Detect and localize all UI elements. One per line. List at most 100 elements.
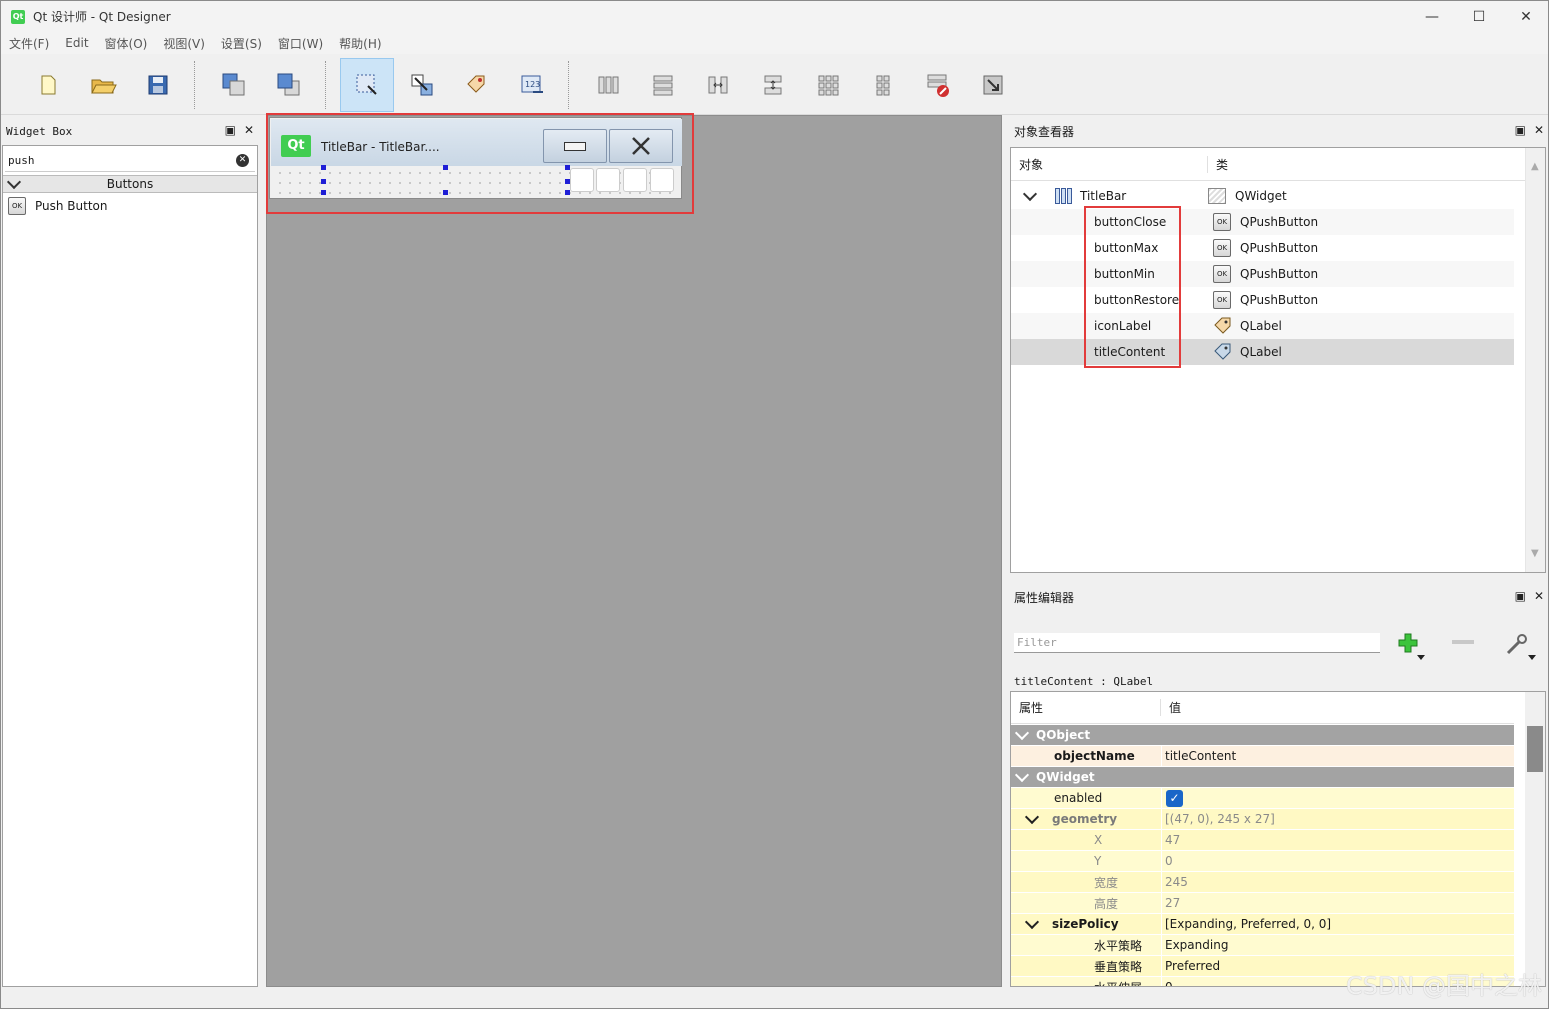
toolbar-separator xyxy=(194,61,195,109)
menu-settings[interactable]: 设置(S) xyxy=(213,35,270,52)
property-value[interactable]: 27 xyxy=(1161,892,1514,914)
chevron-down-icon[interactable] xyxy=(1022,186,1038,201)
property-row[interactable]: sizePolicy [Expanding, Preferred, 0, 0] xyxy=(1011,913,1514,935)
property-row[interactable]: Y0 xyxy=(1011,850,1514,872)
push-button-icon: OK xyxy=(1213,291,1231,309)
float-icon[interactable]: ▣ xyxy=(1515,123,1526,137)
property-row[interactable]: 宽度 245 xyxy=(1011,871,1514,893)
property-key-label: 水平策略 xyxy=(1094,938,1143,953)
menu-view[interactable]: 视图(V) xyxy=(155,35,213,52)
scroll-up-icon[interactable]: ▲ xyxy=(1531,161,1539,172)
property-key: 高度 xyxy=(1011,893,1161,914)
layout-v-splitter-icon[interactable] xyxy=(746,58,800,112)
property-value[interactable]: titleContent xyxy=(1161,745,1514,767)
property-header: 属性 值 xyxy=(1011,692,1514,724)
close-icon[interactable]: ✕ xyxy=(244,123,254,137)
property-value-text: 27 xyxy=(1165,896,1181,910)
clear-search-icon[interactable]: ✕ xyxy=(236,154,249,167)
column-header-value[interactable]: 值 xyxy=(1161,699,1181,716)
menu-bar: 文件(F) Edit 窗体(O) 视图(V) 设置(S) 窗口(W) 帮助(H) xyxy=(1,32,1548,54)
close-icon[interactable]: ✕ xyxy=(1534,123,1544,137)
property-row[interactable]: 水平策略 Expanding xyxy=(1011,934,1514,956)
menu-help[interactable]: 帮助(H) xyxy=(331,35,389,52)
layout-grid-icon[interactable] xyxy=(801,58,855,112)
property-group-row[interactable]: QObject xyxy=(1011,725,1514,746)
widget-item-push-button[interactable]: OK Push Button xyxy=(8,196,108,216)
property-editor-title-bar: 属性编辑器 ▣ ✕ xyxy=(1010,583,1548,611)
property-key-label: X xyxy=(1094,833,1103,847)
float-icon[interactable]: ▣ xyxy=(225,123,236,137)
edit-signals-slots-icon[interactable] xyxy=(395,58,449,112)
menu-window[interactable]: 窗口(W) xyxy=(270,35,331,52)
property-row[interactable]: X 47 xyxy=(1011,829,1514,851)
chevron-down-icon[interactable] xyxy=(1014,725,1030,740)
edit-buddies-icon[interactable] xyxy=(450,58,504,112)
save-icon[interactable] xyxy=(131,58,185,112)
send-to-back-icon[interactable] xyxy=(207,58,261,112)
new-icon[interactable] xyxy=(21,58,75,112)
float-icon[interactable]: ▣ xyxy=(1515,589,1526,603)
break-layout-icon[interactable] xyxy=(911,58,965,112)
property-key-label: sizePolicy xyxy=(1052,917,1119,931)
layout-horizontal-icon[interactable] xyxy=(581,58,635,112)
property-row[interactable]: enabled ✓ xyxy=(1011,787,1514,809)
menu-form[interactable]: 窗体(O) xyxy=(97,35,156,52)
property-key: 水平伸展 xyxy=(1011,977,1161,987)
property-value[interactable]: Expanding xyxy=(1161,934,1514,956)
menu-edit[interactable]: Edit xyxy=(57,36,96,50)
property-value[interactable]: ✓ xyxy=(1161,787,1514,809)
edit-widgets-icon[interactable] xyxy=(340,58,394,112)
tree-object-name: TitleBar xyxy=(1080,189,1127,203)
property-key-label: 水平伸展 xyxy=(1094,979,1142,987)
property-group-row[interactable]: QWidget xyxy=(1011,767,1514,788)
widget-box-search-input[interactable]: push xyxy=(8,154,35,167)
property-row[interactable]: geometry [(47, 0), 245 x 27] xyxy=(1011,808,1514,830)
property-value[interactable]: [Expanding, Preferred, 0, 0] xyxy=(1161,913,1514,935)
property-key: 宽度 xyxy=(1011,872,1161,893)
property-editor-scrollbar[interactable] xyxy=(1525,692,1545,986)
bring-to-front-icon[interactable] xyxy=(262,58,316,112)
close-icon[interactable]: ✕ xyxy=(1534,589,1544,603)
label-tag-icon xyxy=(1214,317,1231,334)
scrollbar-thumb[interactable] xyxy=(1527,726,1543,772)
layout-form-icon[interactable] xyxy=(856,58,910,112)
menu-file[interactable]: 文件(F) xyxy=(1,35,57,52)
window-titlebar: Qt Qt 设计师 - Qt Designer — ☐ ✕ xyxy=(1,1,1548,32)
object-inspector-scrollbar[interactable]: ▲ ▼ xyxy=(1525,148,1545,572)
maximize-button[interactable]: ☐ xyxy=(1456,1,1502,32)
chevron-down-icon[interactable] xyxy=(1024,914,1040,929)
property-value[interactable]: 0 xyxy=(1161,850,1514,872)
category-label: Buttons xyxy=(106,177,154,191)
property-row[interactable]: 高度 27 xyxy=(1011,892,1514,914)
property-value-text: 0 xyxy=(1165,980,1173,987)
widget-box-title: Widget Box xyxy=(6,124,73,138)
layout-vertical-icon[interactable] xyxy=(636,58,690,112)
chevron-down-icon[interactable] xyxy=(1014,767,1030,782)
minimize-button[interactable]: — xyxy=(1409,1,1455,32)
property-editor-panel: 属性 值 QObject objectName titleContent QWidge… xyxy=(1010,691,1546,987)
adjust-size-icon[interactable] xyxy=(966,58,1020,112)
remove-property-icon[interactable] xyxy=(1452,640,1474,644)
property-row[interactable]: objectName titleContent xyxy=(1011,745,1514,767)
close-button[interactable]: ✕ xyxy=(1503,1,1549,32)
enabled-checkbox[interactable]: ✓ xyxy=(1166,789,1183,807)
property-value[interactable]: 47 xyxy=(1161,829,1514,851)
chevron-down-icon[interactable] xyxy=(1024,809,1040,824)
property-value[interactable]: [(47, 0), 245 x 27] xyxy=(1161,808,1514,830)
edit-tab-order-icon[interactable]: 123 xyxy=(505,58,559,112)
add-dynamic-property-icon[interactable] xyxy=(1397,631,1427,661)
configure-wrench-icon[interactable] xyxy=(1504,631,1540,661)
property-filter-input[interactable]: Filter xyxy=(1014,633,1380,653)
push-button-icon: OK xyxy=(1213,265,1231,283)
widget-category-buttons[interactable]: Buttons xyxy=(3,174,257,193)
property-value-text: 47 xyxy=(1165,833,1181,847)
column-header-class[interactable]: 类 xyxy=(1208,156,1228,173)
column-header-object[interactable]: 对象 xyxy=(1011,155,1208,173)
property-value[interactable]: 245 xyxy=(1161,871,1514,893)
layout-h-splitter-icon[interactable] xyxy=(691,58,745,112)
column-header-property[interactable]: 属性 xyxy=(1011,699,1161,716)
scroll-down-icon[interactable]: ▼ xyxy=(1531,548,1539,559)
property-key-label: 宽度 xyxy=(1094,875,1119,890)
widget-box-search[interactable]: push ✕ xyxy=(5,150,255,172)
open-icon[interactable] xyxy=(76,58,130,112)
